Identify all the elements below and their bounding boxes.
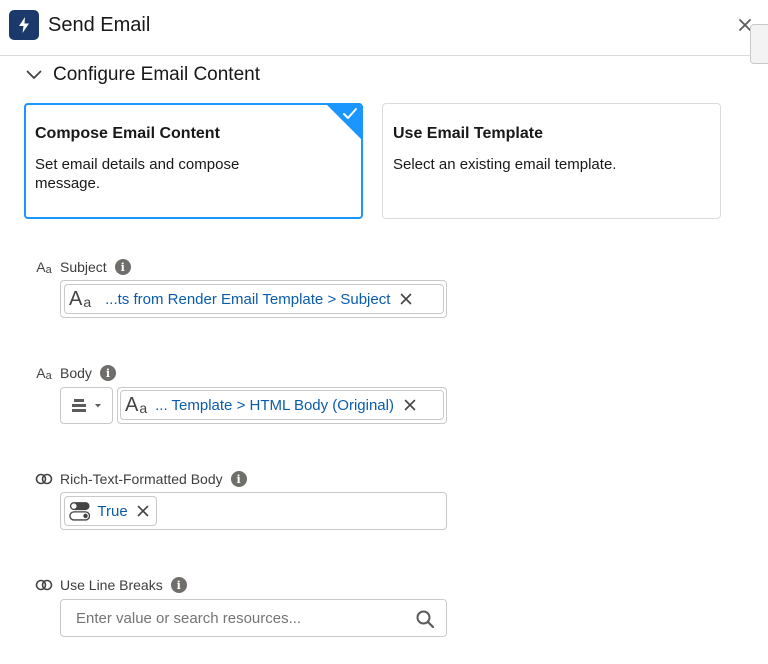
line-breaks-search-input[interactable] <box>60 599 447 637</box>
option-use-template[interactable]: Use Email Template Select an existing em… <box>382 103 721 219</box>
info-icon[interactable]: i <box>114 259 131 275</box>
text-type-icon: Aa <box>69 288 92 310</box>
info-icon[interactable]: i <box>99 365 116 381</box>
subject-label-row: Aa Subject i <box>34 257 131 277</box>
lightning-icon <box>9 10 39 40</box>
remove-icon[interactable] <box>398 291 414 307</box>
panel-title: Send Email <box>48 14 151 36</box>
search-icon[interactable] <box>415 609 435 629</box>
body-field[interactable]: Aa ... Template > HTML Body (Original) <box>117 387 447 424</box>
side-panel-toggle[interactable] <box>750 24 768 64</box>
pill-label: True <box>97 502 128 520</box>
resource-pill: Aa ... Template > HTML Body (Original) <box>120 390 444 420</box>
section-toggle[interactable]: Configure Email Content <box>24 62 260 88</box>
text-type-icon: Aa <box>36 259 52 276</box>
rich-text-field[interactable]: True <box>60 492 447 530</box>
stack-icon <box>71 398 86 412</box>
panel-header: Send Email <box>0 0 768 56</box>
field-label: Body <box>60 365 92 381</box>
chevron-down-icon <box>24 65 44 85</box>
option-title: Compose Email Content <box>35 125 220 142</box>
text-type-icon: Aa <box>125 394 148 416</box>
remove-icon[interactable] <box>136 503 150 519</box>
body-label-row: Aa Body i <box>34 363 116 383</box>
resource-pill: Aa ...ts from Render Email Template > Su… <box>64 284 444 314</box>
check-icon <box>343 108 357 119</box>
toggle-icon <box>69 502 91 521</box>
option-title: Use Email Template <box>393 125 543 142</box>
field-label: Rich-Text-Formatted Body <box>60 471 223 487</box>
remove-icon[interactable] <box>402 397 418 413</box>
pill-label: ... Template > HTML Body (Original) <box>155 396 394 414</box>
option-compose-email[interactable]: Compose Email Content Set email details … <box>24 103 363 219</box>
section-title: Configure Email Content <box>53 64 260 85</box>
field-label: Use Line Breaks <box>60 577 163 593</box>
text-type-icon: Aa <box>36 365 52 382</box>
field-label: Subject <box>60 259 107 275</box>
option-description: Select an existing email template. <box>393 156 617 173</box>
boolean-type-icon <box>34 469 54 489</box>
info-icon[interactable]: i <box>170 577 187 593</box>
option-description: Set email details and compose message. <box>35 156 240 192</box>
rich-text-label-row: Rich-Text-Formatted Body i <box>34 469 247 489</box>
caret-down-icon <box>94 403 101 407</box>
info-icon[interactable]: i <box>230 471 247 487</box>
pill-label: ...ts from Render Email Template > Subje… <box>105 290 391 308</box>
subject-field[interactable]: Aa ...ts from Render Email Template > Su… <box>60 280 447 318</box>
resource-pill: True <box>64 496 157 526</box>
line-breaks-label-row: Use Line Breaks i <box>34 575 187 595</box>
resource-type-picker[interactable] <box>60 387 113 424</box>
boolean-type-icon <box>34 575 54 595</box>
